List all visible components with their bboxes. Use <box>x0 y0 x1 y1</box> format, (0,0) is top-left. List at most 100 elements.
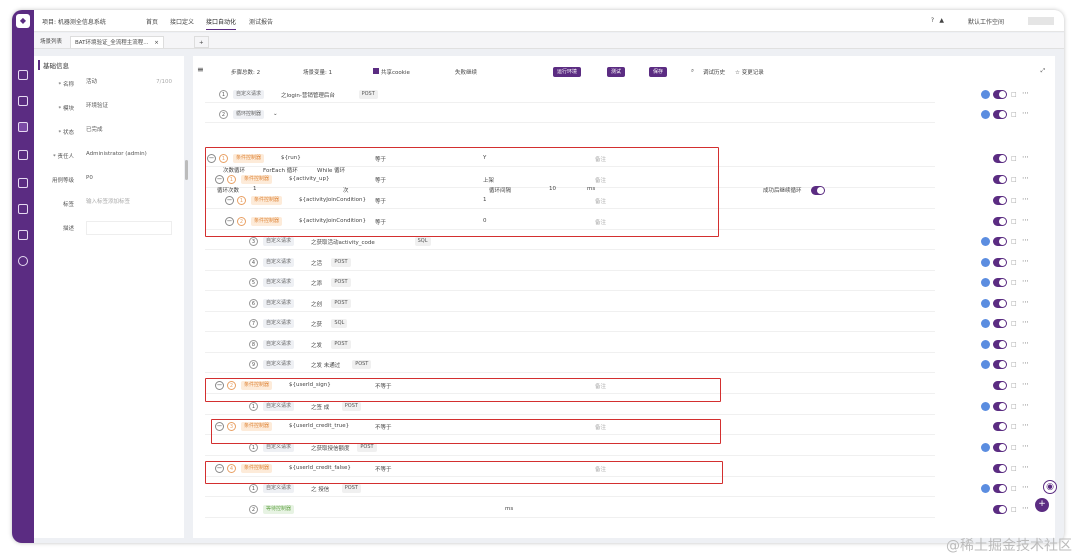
level-select[interactable]: P0 <box>86 173 172 184</box>
more-icon[interactable]: ⋯ <box>1022 89 1029 97</box>
more-icon[interactable]: ⋯ <box>1022 109 1029 117</box>
bell-icon[interactable]: ▲ <box>939 17 944 24</box>
more-icon[interactable]: ⋯ <box>1022 236 1029 244</box>
save-button[interactable]: 保存 <box>649 67 668 77</box>
step-row[interactable]: 2 等待控制器 ms <box>205 502 935 518</box>
comment-icon[interactable]: □ <box>1011 176 1017 183</box>
env-icon[interactable] <box>981 484 990 493</box>
menu-icon[interactable]: ≡ <box>197 65 204 74</box>
api-icon[interactable] <box>18 122 28 132</box>
env-icon[interactable] <box>981 90 990 99</box>
more-icon[interactable]: ⋯ <box>1022 339 1029 347</box>
comment-icon[interactable]: □ <box>1011 155 1017 162</box>
chevron-down-icon[interactable]: ⌄ <box>273 111 278 117</box>
enable-toggle[interactable] <box>993 360 1007 369</box>
env-icon[interactable] <box>981 402 990 411</box>
more-icon[interactable]: ⋯ <box>1022 504 1029 512</box>
enable-toggle[interactable] <box>993 258 1007 267</box>
description-textarea[interactable] <box>86 221 172 235</box>
step-row[interactable]: 5 自定义请求 之添 POST <box>205 275 935 291</box>
left-scrollbar[interactable] <box>185 160 188 180</box>
enable-toggle[interactable] <box>993 422 1007 431</box>
more-icon[interactable]: ⋯ <box>1022 195 1029 203</box>
enable-toggle[interactable] <box>993 340 1007 349</box>
owner-select[interactable]: Administrator (admin) <box>86 149 172 160</box>
more-icon[interactable]: ⋯ <box>1022 380 1029 388</box>
tags-input[interactable]: 输入标签添加标签 <box>86 197 172 208</box>
module-select[interactable]: 环境验证 <box>86 101 172 112</box>
share-cookie-checkbox[interactable]: 共享cookie <box>373 68 410 76</box>
enable-toggle[interactable] <box>993 443 1007 452</box>
fail-continue-checkbox[interactable]: 失败继续 <box>455 68 477 76</box>
env-icon[interactable] <box>981 443 990 452</box>
env-icon[interactable] <box>981 360 990 369</box>
performance-icon[interactable] <box>18 204 28 214</box>
monitor-icon[interactable] <box>18 70 28 80</box>
add-tab-button[interactable]: + <box>194 36 209 48</box>
comment-icon[interactable]: □ <box>1011 465 1017 472</box>
folder-icon[interactable] <box>18 230 28 240</box>
enable-toggle[interactable] <box>993 484 1007 493</box>
help-icon[interactable]: ? <box>931 17 934 24</box>
comment-icon[interactable]: □ <box>1011 111 1017 118</box>
comment-icon[interactable]: □ <box>1011 506 1017 513</box>
step-row[interactable]: 8 自定义请求 之发 POST <box>205 337 935 353</box>
comment-icon[interactable]: □ <box>1011 238 1017 245</box>
more-icon[interactable]: ⋯ <box>1022 442 1029 450</box>
more-icon[interactable]: ⋯ <box>1022 359 1029 367</box>
name-input[interactable]: 活动 7/100 <box>86 77 172 88</box>
fullscreen-icon[interactable]: ⤢ <box>1041 68 1045 75</box>
step-row[interactable]: 7 自定义请求 之获 SQL <box>205 316 935 332</box>
step-row[interactable]: 9 自定义请求 之发 未通过 POST <box>205 357 935 373</box>
env-icon[interactable] <box>981 278 990 287</box>
close-icon[interactable]: × <box>154 40 159 46</box>
enable-toggle[interactable] <box>993 505 1007 514</box>
nav-api-definition[interactable]: 接口定义 <box>170 17 194 26</box>
comment-icon[interactable]: □ <box>1011 279 1017 286</box>
enable-toggle[interactable] <box>993 110 1007 119</box>
more-icon[interactable]: ⋯ <box>1022 257 1029 265</box>
add-step-button[interactable]: + <box>1035 498 1049 512</box>
debug-history-link[interactable]: 调试历史 <box>703 68 725 76</box>
tab-scene-list[interactable]: 场景列表 <box>36 36 66 48</box>
view-icon[interactable]: ◉ <box>1043 480 1057 494</box>
workspace-selector[interactable]: 默认工作空间 <box>968 17 1004 26</box>
comment-icon[interactable]: □ <box>1011 382 1017 389</box>
comment-icon[interactable]: □ <box>1011 341 1017 348</box>
nav-home[interactable]: 首页 <box>146 17 158 26</box>
nav-api-automation[interactable]: 接口自动化 <box>206 17 237 30</box>
more-icon[interactable]: ⋯ <box>1022 174 1029 182</box>
enable-toggle[interactable] <box>993 90 1007 99</box>
env-icon[interactable] <box>981 237 990 246</box>
comment-icon[interactable]: □ <box>1011 91 1017 98</box>
step-row[interactable]: 1 自定义请求 之login-营销管理后台 POST <box>205 87 935 103</box>
comment-icon[interactable]: □ <box>1011 485 1017 492</box>
nav-test-report[interactable]: 测试报告 <box>249 17 273 26</box>
comment-icon[interactable]: □ <box>1011 444 1017 451</box>
env-icon[interactable] <box>981 299 990 308</box>
env-icon[interactable] <box>981 110 990 119</box>
enable-toggle[interactable] <box>993 402 1007 411</box>
comment-icon[interactable]: □ <box>1011 218 1017 225</box>
scene-vars-link[interactable]: 场景变量: 1 <box>303 68 332 76</box>
change-log-link[interactable]: ☆ 变更记录 <box>735 68 764 76</box>
enable-toggle[interactable] <box>993 278 1007 287</box>
more-icon[interactable]: ⋯ <box>1022 153 1029 161</box>
enable-toggle[interactable] <box>993 175 1007 184</box>
ui-test-icon[interactable] <box>18 150 28 160</box>
step-row[interactable]: 6 自定义请求 之创 POST <box>205 296 935 312</box>
comment-icon[interactable]: □ <box>1011 423 1017 430</box>
step-row[interactable]: 4 自定义请求 之活 POST <box>205 255 935 271</box>
more-icon[interactable]: ⋯ <box>1022 298 1029 306</box>
report-icon[interactable] <box>18 178 28 188</box>
enable-toggle[interactable] <box>993 237 1007 246</box>
comment-icon[interactable]: □ <box>1011 320 1017 327</box>
enable-toggle[interactable] <box>993 154 1007 163</box>
document-icon[interactable] <box>18 96 28 106</box>
more-icon[interactable]: ⋯ <box>1022 483 1029 491</box>
more-icon[interactable]: ⋯ <box>1022 463 1029 471</box>
comment-icon[interactable]: □ <box>1011 403 1017 410</box>
status-select[interactable]: 已完成 <box>86 125 172 136</box>
user-avatar[interactable] <box>1028 17 1054 25</box>
more-icon[interactable]: ⋯ <box>1022 277 1029 285</box>
